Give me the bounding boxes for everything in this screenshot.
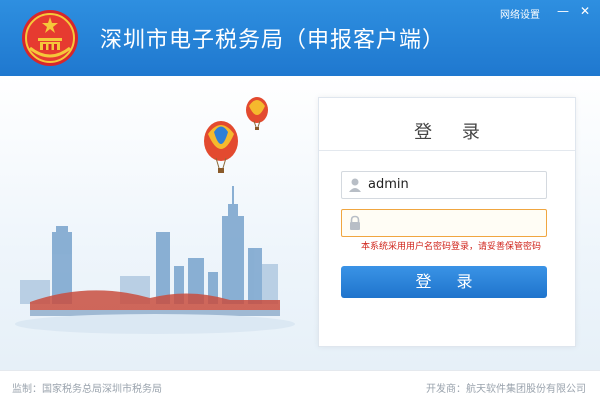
username-field[interactable] — [341, 171, 547, 199]
password-field[interactable] — [341, 209, 547, 237]
supervisor-text: 监制：国家税务总局深圳市税务局 — [12, 384, 162, 395]
network-settings-link[interactable]: 网络设置 — [500, 6, 540, 21]
password-input[interactable] — [368, 210, 540, 234]
small-balloon-icon — [246, 97, 268, 130]
developer-text: 开发商：航天软件集团股份有限公司 — [426, 384, 586, 395]
city-skyline-illustration — [15, 97, 295, 334]
login-button[interactable]: 登 录 — [341, 266, 547, 298]
login-title: 登 录 — [414, 122, 492, 143]
username-input[interactable] — [368, 172, 540, 196]
title-bar: 深圳市电子税务局（申报客户端） 网络设置 — ✕ — [0, 0, 600, 76]
minimize-button[interactable]: — — [555, 4, 571, 18]
user-icon — [349, 178, 361, 192]
title-divider — [319, 150, 575, 151]
app-title: 深圳市电子税务局（申报客户端） — [100, 28, 446, 53]
hot-air-balloon-icon — [204, 121, 238, 173]
lock-icon — [350, 215, 360, 230]
footer: 监制：国家税务总局深圳市税务局 开发商：航天软件集团股份有限公司 — [0, 370, 600, 401]
national-emblem-icon — [22, 10, 78, 66]
close-button[interactable]: ✕ — [577, 4, 593, 18]
password-hint: 本系统采用用户名密码登录，请妥善保管密码 — [361, 242, 542, 252]
login-panel: 登 录 本系统采用用户名密码登录，请妥善保管密码 登 录 — [318, 97, 576, 347]
